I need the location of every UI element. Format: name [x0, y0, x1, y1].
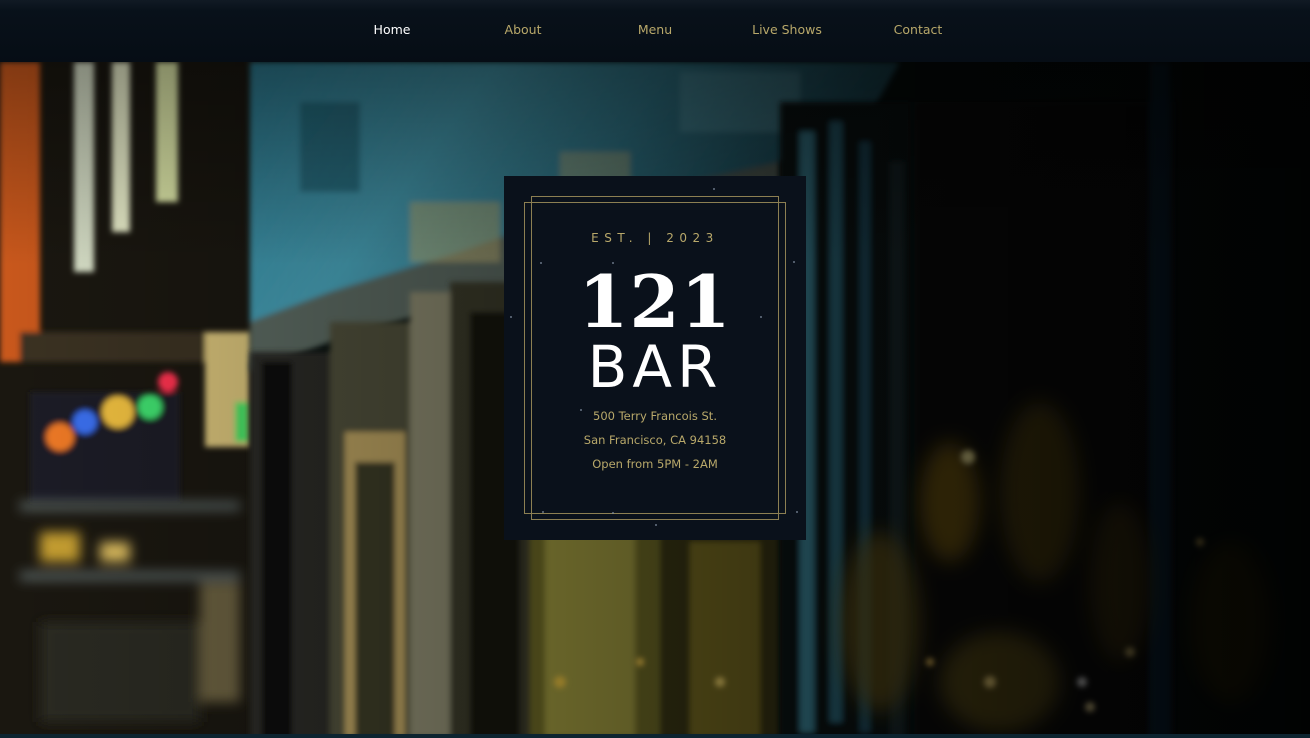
decorative-dot [713, 188, 715, 190]
decorative-dot [542, 511, 544, 513]
page-bottom-strip [0, 734, 1310, 738]
address-street: 500 Terry Francois St. [593, 409, 717, 423]
nav-link-menu[interactable]: Menu [638, 22, 672, 40]
bar-sign-card: EST. | 2023 121 BAR 500 Terry Francois S… [504, 176, 806, 540]
nav-link-home[interactable]: Home [374, 22, 411, 40]
decorative-dot [796, 511, 798, 513]
opening-hours: Open from 5PM - 2AM [592, 457, 718, 471]
decorative-dot [612, 512, 614, 514]
bar-name-number: 121 [578, 259, 732, 344]
bar-name-word: BAR [587, 333, 723, 401]
nav-link-contact[interactable]: Contact [894, 22, 943, 40]
top-navigation-bar: Home About Menu Live Shows Contact [0, 0, 1310, 62]
nav-link-about[interactable]: About [505, 22, 542, 40]
established-year: EST. | 2023 [591, 231, 719, 245]
decorative-dot [655, 524, 657, 526]
address-city: San Francisco, CA 94158 [583, 433, 727, 447]
nav-link-live-shows[interactable]: Live Shows [752, 22, 822, 40]
